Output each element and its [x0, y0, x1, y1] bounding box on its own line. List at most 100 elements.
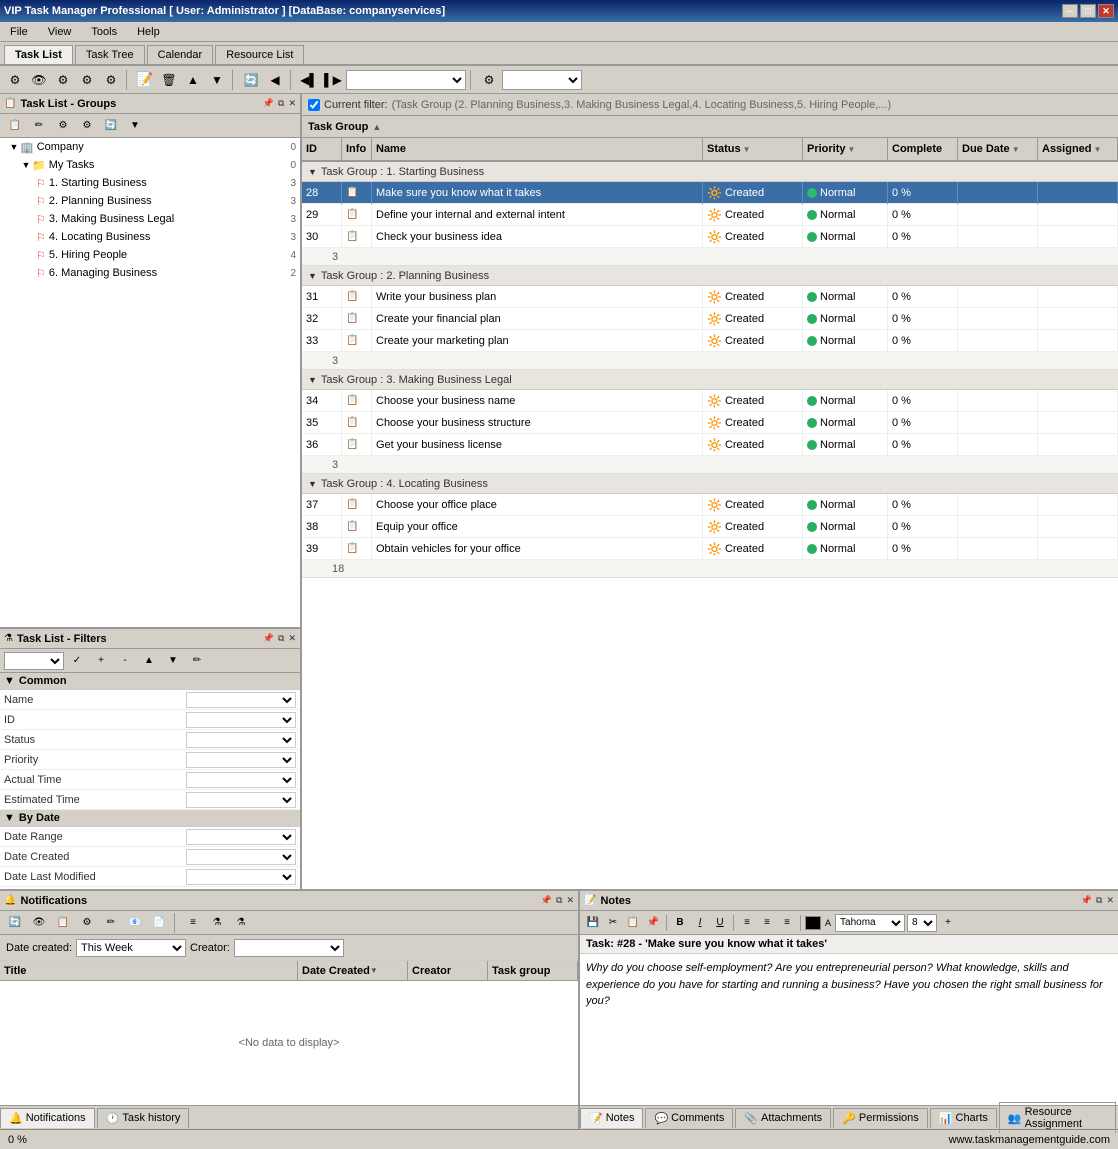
notif-date-sort[interactable]: ▼	[370, 966, 378, 975]
task-row-28[interactable]: 28 📋 Make sure you know what it takes 🔆 …	[302, 182, 1118, 204]
toolbar-btn-1[interactable]: ⚙	[4, 69, 26, 91]
notif-btn2[interactable]: 👁	[28, 912, 50, 934]
tab-task-list[interactable]: Task List	[4, 45, 73, 64]
toolbar-btn-2[interactable]: 👁	[28, 69, 50, 91]
notes-bold-btn[interactable]: B	[671, 914, 689, 932]
notes-underline-btn[interactable]: U	[711, 914, 729, 932]
notes-tab-notes[interactable]: 📝 Notes	[580, 1108, 643, 1128]
notes-align-right[interactable]: ≡	[778, 914, 796, 932]
task-row-37[interactable]: 37 📋 Choose your office place 🔆Created N…	[302, 494, 1118, 516]
task-row-32[interactable]: 32 📋 Create your financial plan 🔆Created…	[302, 308, 1118, 330]
assigned-sort-icon[interactable]: ▼	[1094, 145, 1102, 154]
filter-checkbox[interactable]	[308, 99, 320, 111]
notes-italic-btn[interactable]: I	[691, 914, 709, 932]
tab-resource-list[interactable]: Resource List	[215, 45, 304, 64]
toolbar-nav-left[interactable]: ◀▌	[298, 69, 320, 91]
maximize-button[interactable]: □	[1080, 4, 1096, 18]
filter-name-combo[interactable]	[186, 692, 296, 708]
filter-apply[interactable]: ✓	[66, 650, 88, 672]
panel-close-icon[interactable]: ✕	[288, 98, 296, 109]
notes-align-left[interactable]: ≡	[738, 914, 756, 932]
tab-task-tree[interactable]: Task Tree	[75, 45, 145, 64]
notes-body[interactable]: Why do you choose self-employment? Are y…	[580, 954, 1118, 1105]
filter-add[interactable]: +	[90, 650, 112, 672]
toolbar-arrow-up[interactable]: ▲	[182, 69, 204, 91]
notif-btn1[interactable]: 🔄	[4, 912, 26, 934]
tree-item-my-tasks[interactable]: ▼ 📁 My Tasks 0	[0, 156, 300, 174]
toolbar-arrow-down[interactable]: ▼	[206, 69, 228, 91]
notif-btn8[interactable]: ≡	[182, 912, 204, 934]
task-row-34[interactable]: 34 📋 Choose your business name 🔆Created …	[302, 390, 1118, 412]
notes-font-combo[interactable]: Tahoma	[835, 914, 905, 932]
tree-item-group-3[interactable]: ⚐ 4. Locating Business 3	[0, 228, 300, 246]
toolbar-btn-3[interactable]: ⚙	[52, 69, 74, 91]
task-row-31[interactable]: 31 📋 Write your business plan 🔆Created N…	[302, 286, 1118, 308]
task-row-30[interactable]: 30 📋 Check your business idea 🔆 Created …	[302, 226, 1118, 248]
filter-del[interactable]: -	[114, 650, 136, 672]
filter-actual-time-combo[interactable]	[186, 772, 296, 788]
expand-my-tasks[interactable]: ▼	[20, 160, 32, 170]
notif-float[interactable]: ⧉	[556, 895, 562, 906]
notes-color-picker[interactable]	[805, 916, 821, 930]
notif-btn10[interactable]: ⚗	[230, 912, 252, 934]
group-3-expand[interactable]: ▼	[308, 375, 317, 385]
expand-company[interactable]: ▼	[8, 142, 20, 152]
notes-align-center[interactable]: ≡	[758, 914, 776, 932]
toolbar-refresh[interactable]: 🔄	[240, 69, 262, 91]
notif-btn7[interactable]: 📄	[148, 912, 170, 934]
close-button[interactable]: ✕	[1098, 4, 1114, 18]
status-sort-icon[interactable]: ▼	[743, 145, 751, 154]
group-4-expand[interactable]: ▼	[308, 479, 317, 489]
group-1-expand[interactable]: ▼	[308, 167, 317, 177]
notif-tab-notifications[interactable]: 🔔 Notifications	[0, 1108, 95, 1128]
notif-pin[interactable]: 📌	[541, 895, 552, 906]
filter-status-combo[interactable]	[186, 732, 296, 748]
filter-date-range-combo[interactable]	[186, 829, 296, 845]
tree-toolbar-btn4[interactable]: ⚙	[76, 115, 98, 137]
tree-toolbar-btn1[interactable]: 📋	[4, 115, 26, 137]
notif-tab-history[interactable]: 🕐 Task history	[97, 1108, 190, 1128]
notif-btn6[interactable]: 📧	[124, 912, 146, 934]
filter-date-created-combo[interactable]	[186, 849, 296, 865]
notif-btn4[interactable]: ⚙	[76, 912, 98, 934]
notif-creator-combo[interactable]	[234, 939, 344, 957]
notes-paste-btn[interactable]: 📌	[644, 914, 662, 932]
menu-tools[interactable]: Tools	[85, 24, 123, 40]
minimize-button[interactable]: ─	[1062, 4, 1078, 18]
tree-item-group-4[interactable]: ⚐ 5. Hiring People 4	[0, 246, 300, 264]
notes-cut-btn[interactable]: ✂	[604, 914, 622, 932]
filter-preset-combo[interactable]: Current	[4, 652, 64, 670]
task-tree[interactable]: ▼ 🏢 Company 0 ▼ 📁 My Tasks 0 ⚐ 1. Starti…	[0, 138, 300, 629]
filter-down[interactable]: ▼	[162, 650, 184, 672]
due-date-sort-icon[interactable]: ▼	[1012, 145, 1020, 154]
notes-size-inc[interactable]: +	[939, 914, 957, 932]
filter-edit[interactable]: ✏	[186, 650, 208, 672]
toolbar-add-task[interactable]: 📝	[134, 69, 156, 91]
task-row-39[interactable]: 39 📋 Obtain vehicles for your office 🔆Cr…	[302, 538, 1118, 560]
tree-item-group-0[interactable]: ⚐ 1. Starting Business 3	[0, 174, 300, 192]
notif-btn3[interactable]: 📋	[52, 912, 74, 934]
notes-tab-comments[interactable]: 💬 Comments	[645, 1108, 733, 1128]
filters-pin[interactable]: 📌	[263, 633, 274, 644]
tree-item-group-2[interactable]: ⚐ 3. Making Business Legal 3	[0, 210, 300, 228]
notes-float[interactable]: ⧉	[1096, 895, 1102, 906]
toolbar-delete[interactable]: 🗑	[158, 69, 180, 91]
task-row-38[interactable]: 38 📋 Equip your office 🔆Created Normal 0…	[302, 516, 1118, 538]
filters-close[interactable]: ✕	[288, 633, 296, 644]
group-2-expand[interactable]: ▼	[308, 271, 317, 281]
section-date-expand[interactable]: ▼	[4, 812, 15, 824]
notes-copy-btn[interactable]: 📋	[624, 914, 642, 932]
notes-tab-attachments[interactable]: 📎 Attachments	[735, 1108, 831, 1128]
notif-btn9[interactable]: ⚗	[206, 912, 228, 934]
notes-pin[interactable]: 📌	[1081, 895, 1092, 906]
toolbar-view-combo[interactable]	[346, 70, 466, 90]
filter-estimated-time-combo[interactable]	[186, 792, 296, 808]
filter-id-combo[interactable]	[186, 712, 296, 728]
toolbar-back[interactable]: ◀	[264, 69, 286, 91]
menu-help[interactable]: Help	[131, 24, 166, 40]
tree-dropdown[interactable]: ▼	[124, 115, 146, 137]
toolbar-btn-x[interactable]: ⚙	[478, 69, 500, 91]
notes-tab-resource[interactable]: 👥 Resource Assignment	[999, 1102, 1116, 1133]
notes-tab-charts[interactable]: 📊 Charts	[930, 1108, 997, 1128]
notes-size-combo[interactable]: 8	[907, 914, 937, 932]
